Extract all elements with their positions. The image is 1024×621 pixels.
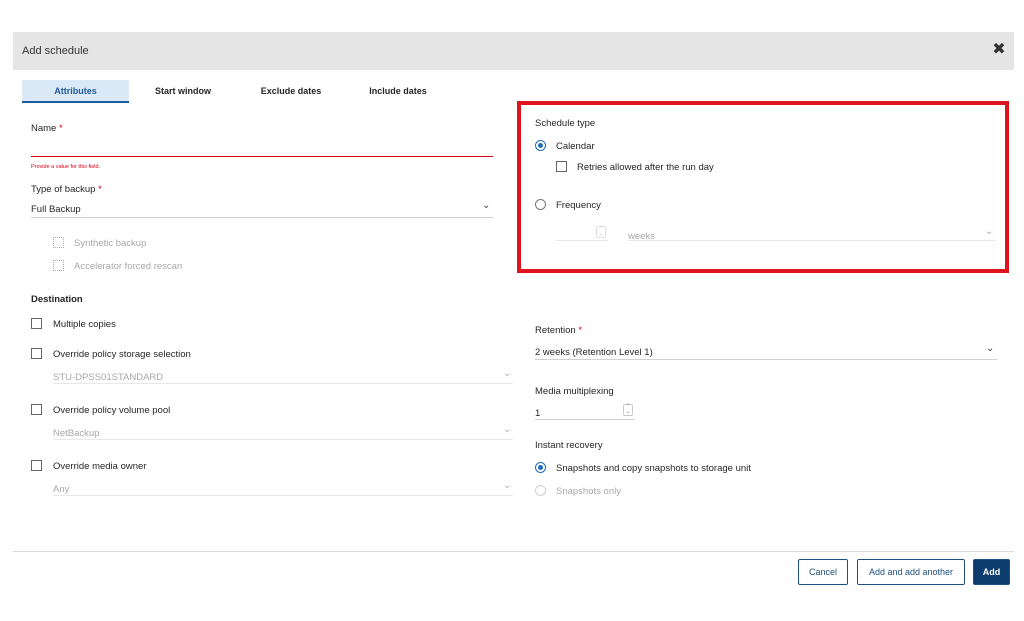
tab-include-dates[interactable]: Include dates [355, 80, 441, 103]
synthetic-backup-checkbox [53, 237, 64, 248]
schedule-type-label: Schedule type [535, 118, 596, 129]
retries-checkbox[interactable] [556, 161, 567, 172]
frequency-radio[interactable] [535, 199, 546, 210]
stepper-icon[interactable]: ⌃ ⌄ [623, 404, 633, 416]
instant-recovery-label: Instant recovery [535, 440, 603, 451]
chevron-down-icon: ⌄ [482, 200, 491, 211]
storage-select: STU-DPSS01STANDARD ⌄ [53, 367, 513, 384]
override-storage-checkbox[interactable] [31, 348, 42, 359]
retries-label: Retries allowed after the run day [577, 162, 714, 173]
name-input[interactable] [31, 140, 493, 156]
owner-select: Any ⌄ [53, 479, 513, 496]
pool-select: NetBackup ⌄ [53, 423, 513, 440]
chevron-down-icon: ⌄ [503, 368, 512, 379]
accelerator-checkbox [53, 260, 64, 271]
ir-option2-radio [535, 485, 546, 496]
stepper-icon: ⌃ ⌄ [596, 226, 606, 238]
owner-underline [53, 495, 513, 496]
name-input-underline [31, 156, 493, 157]
override-owner-checkbox[interactable] [31, 460, 42, 471]
retention-underline [535, 359, 997, 360]
dialog-title: Add schedule [22, 45, 89, 57]
backup-type-label: Type of backup * [31, 184, 102, 195]
backup-type-underline [31, 217, 493, 218]
cancel-button[interactable]: Cancel [798, 559, 848, 585]
name-label: Name * [31, 123, 63, 134]
ir-option1-label: Snapshots and copy snapshots to storage … [556, 463, 751, 474]
tab-start-window[interactable]: Start window [140, 80, 226, 103]
chevron-down-icon: ⌄ [986, 343, 995, 354]
tab-exclude-dates[interactable]: Exclude dates [250, 80, 332, 103]
backup-type-value: Full Backup [31, 204, 81, 215]
retention-label: Retention * [535, 325, 583, 336]
ir-option1-radio[interactable] [535, 462, 546, 473]
retention-select[interactable]: 2 weeks (Retention Level 1) ⌄ [535, 342, 997, 359]
multiple-copies-label: Multiple copies [53, 319, 116, 330]
frequency-unit-underline [628, 240, 996, 241]
storage-value: STU-DPSS01STANDARD [53, 372, 164, 383]
multiplexing-label: Media multiplexing [535, 386, 614, 397]
add-and-add-another-button[interactable]: Add and add another [857, 559, 965, 585]
override-pool-checkbox[interactable] [31, 404, 42, 415]
override-owner-label: Override media owner [53, 461, 147, 472]
multiplexing-value: 1 [535, 408, 541, 419]
chevron-down-icon: ⌄ [985, 226, 994, 237]
footer-divider [13, 551, 1014, 552]
owner-value: Any [53, 484, 70, 495]
ir-option2-label: Snapshots only [556, 486, 621, 497]
frequency-number-input: ⌃ ⌄ [556, 224, 608, 240]
tab-attributes[interactable]: Attributes [22, 80, 129, 103]
chevron-down-icon: ⌄ [503, 480, 512, 491]
accelerator-label: Accelerator forced rescan [74, 261, 183, 272]
add-button[interactable]: Add [973, 559, 1010, 585]
pool-value: NetBackup [53, 428, 100, 439]
frequency-unit-select: weeks ⌄ [628, 226, 996, 243]
frequency-number-underline [556, 240, 608, 241]
name-error: Provide a value for this field. [31, 164, 101, 170]
backup-type-select[interactable]: Full Backup ⌄ [31, 199, 493, 217]
close-icon[interactable]: ✖ [990, 41, 1008, 59]
synthetic-backup-label: Synthetic backup [74, 238, 147, 249]
frequency-label: Frequency [556, 200, 601, 211]
destination-heading: Destination [31, 294, 83, 305]
pool-underline [53, 439, 513, 440]
retention-value: 2 weeks (Retention Level 1) [535, 347, 653, 358]
override-pool-label: Override policy volume pool [53, 405, 171, 416]
override-storage-label: Override policy storage selection [53, 349, 191, 360]
calendar-label: Calendar [556, 141, 595, 152]
multiplexing-underline [535, 419, 635, 420]
multiple-copies-checkbox[interactable] [31, 318, 42, 329]
chevron-down-icon: ⌄ [503, 424, 512, 435]
multiplexing-input[interactable]: 1 ⌃ ⌄ [535, 403, 635, 419]
storage-underline [53, 383, 513, 384]
dialog-titlebar [13, 32, 1014, 70]
calendar-radio[interactable] [535, 140, 546, 151]
